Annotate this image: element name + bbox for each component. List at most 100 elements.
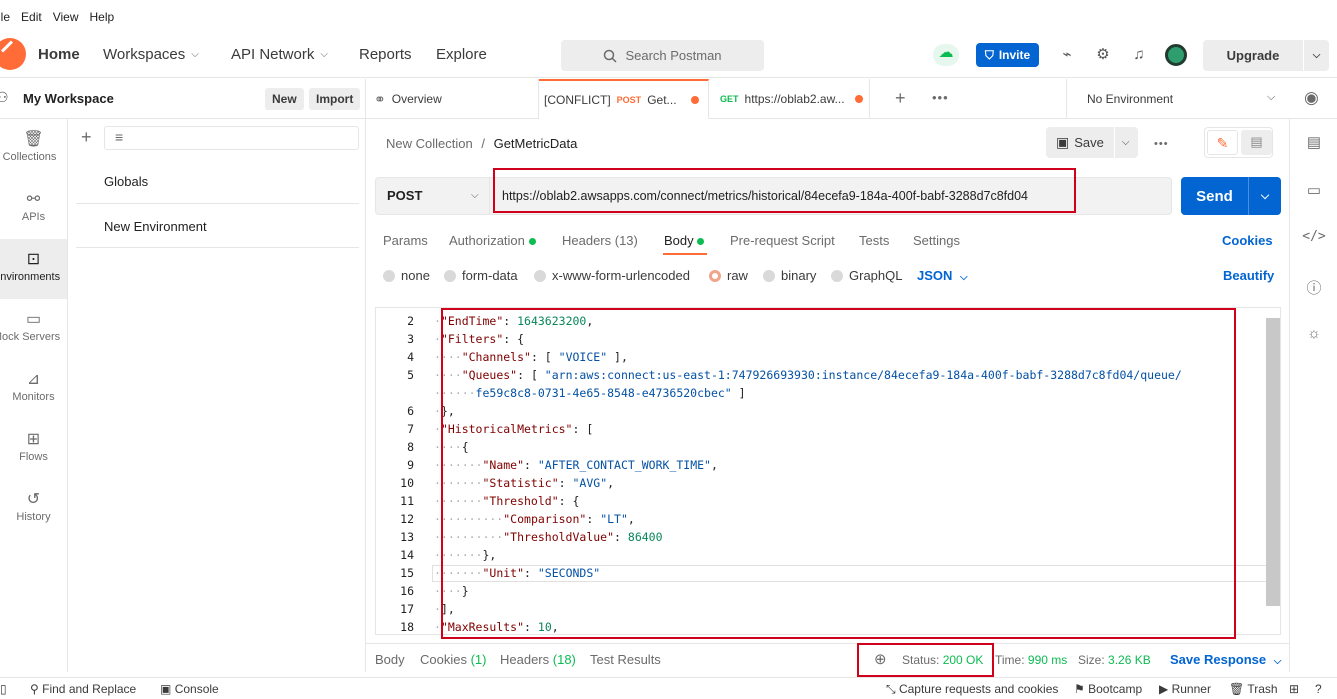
menu-help[interactable]: Help (90, 10, 115, 30)
radio-graphql[interactable]: GraphQL (831, 268, 902, 283)
method-select[interactable]: POST ⌵ (376, 178, 490, 214)
environment-select[interactable]: No Environment ⌵ (1066, 79, 1337, 119)
runner-label: Runner (1171, 682, 1211, 696)
tab-tests[interactable]: Tests (859, 233, 889, 248)
search-input[interactable]: Search Postman (561, 40, 764, 71)
workspace-name[interactable]: My Workspace (23, 91, 114, 106)
env-item-new-environment[interactable]: New Environment (104, 219, 207, 234)
menu-edit[interactable]: Edit (21, 10, 42, 30)
sidebar-item-flows[interactable]: ⊞ Flows (0, 419, 67, 479)
nav-workspaces[interactable]: Workspaces ⌵ (103, 46, 199, 63)
tab-headers[interactable]: Headers (13) (562, 233, 638, 248)
breadcrumb-request[interactable]: GetMetricData (494, 136, 578, 151)
response-tab-body[interactable]: Body (375, 652, 405, 667)
more-actions-icon[interactable]: ••• (1154, 138, 1169, 150)
tab-conflict-getmetric[interactable]: [CONFLICT] POST Get... (539, 79, 709, 119)
info-icon[interactable]: ⓘ (1290, 277, 1337, 298)
console-button[interactable]: ▣ Console (160, 682, 219, 696)
tab-method-badge: POST (616, 94, 642, 105)
radio-raw[interactable]: raw (709, 268, 748, 283)
beautify-link[interactable]: Beautify (1223, 268, 1274, 283)
sidebar-item-collections[interactable]: 🗑 Collections (0, 119, 67, 179)
edit-icon[interactable]: ✎ (1207, 130, 1238, 155)
trash-button[interactable]: 🗑 Trash (1229, 682, 1278, 696)
find-replace-button[interactable]: ⚲ Find and Replace (30, 682, 136, 696)
nav-home[interactable]: Home (38, 46, 80, 63)
language-select[interactable]: JSON ⌵ (917, 268, 968, 283)
comment-view-icon[interactable]: ▤ (1241, 130, 1272, 155)
radio-form-data[interactable]: form-data (444, 268, 518, 283)
upgrade-button[interactable]: Upgrade ⌵ (1203, 40, 1329, 71)
new-button[interactable]: New (265, 88, 304, 110)
language-label: JSON (917, 268, 953, 283)
response-tab-cookies[interactable]: Cookies (1) (420, 652, 486, 667)
tab-params[interactable]: Params (383, 233, 428, 248)
layout-split-icon[interactable]: ⊞ (1289, 682, 1299, 696)
send-button[interactable]: Send ⌵ (1181, 177, 1281, 215)
tab-method-badge: GET (720, 94, 739, 104)
sidebar-item-label: History (16, 511, 51, 523)
line-number: 2 (407, 314, 414, 328)
chevron-down-icon[interactable]: ⌵ (1304, 50, 1329, 61)
avatar[interactable] (1165, 44, 1187, 66)
notification-bell-icon[interactable]: ♫ (1130, 46, 1148, 64)
cookies-link[interactable]: Cookies (1222, 233, 1273, 248)
line-number: 15 (400, 566, 414, 580)
save-label: Save (1074, 135, 1104, 150)
editor-scrollbar[interactable] (1266, 318, 1280, 606)
tab-pre-request-script[interactable]: Pre-request Script (730, 233, 835, 248)
env-item-globals[interactable]: Globals (104, 174, 148, 189)
layout-icon[interactable]: ▯ (0, 682, 7, 696)
filter-input[interactable]: ≡ (104, 126, 359, 150)
more-tabs-icon[interactable]: ••• (932, 90, 949, 105)
menu-view[interactable]: View (53, 10, 79, 30)
sidebar-item-apis[interactable]: ⚯ APIs (0, 179, 67, 239)
documentation-icon[interactable]: ▤ (1290, 133, 1337, 151)
radio-binary[interactable]: binary (763, 268, 816, 283)
radio-icon (831, 270, 843, 282)
satellite-icon[interactable]: ⌁ (1058, 46, 1076, 64)
chevron-down-icon[interactable]: ⌵ (1249, 190, 1281, 203)
sidebar-nav: 🗑 Collections ⚯ APIs ⊡ Environments ▭ Mock S… (0, 119, 68, 672)
eye-icon[interactable]: ◉ (1304, 88, 1319, 108)
tab-authorization[interactable]: Authorization (449, 233, 536, 248)
environment-select-label: No Environment (1087, 92, 1174, 106)
radio-none[interactable]: none (383, 268, 430, 283)
sidebar-item-environments[interactable]: ⊡ Environments (0, 239, 67, 299)
line-number: 18 (400, 620, 414, 634)
response-tab-headers[interactable]: Headers (18) (500, 652, 576, 667)
sidebar-item-monitors[interactable]: ⊿ Monitors (0, 359, 67, 419)
tab-overview[interactable]: ⚭ Overview (366, 79, 539, 119)
save-button[interactable]: ▣ Save ⌵ (1046, 127, 1138, 158)
invite-button[interactable]: ⛉ Invite (976, 43, 1039, 67)
new-tab-icon[interactable]: + (895, 88, 906, 109)
sidebar-item-mock-servers[interactable]: ▭ Mock Servers (0, 299, 67, 359)
nav-explore[interactable]: Explore (436, 46, 487, 63)
nav-reports[interactable]: Reports (359, 46, 412, 63)
chevron-down-icon: ⌵ (191, 49, 199, 60)
tab-body[interactable]: Body (664, 233, 705, 248)
menu-file[interactable]: ile (0, 10, 10, 30)
sync-status-icon[interactable]: ☁ (933, 44, 959, 66)
lightbulb-icon[interactable]: ☼ (1290, 325, 1337, 342)
tab-settings[interactable]: Settings (913, 233, 960, 248)
comments-icon[interactable]: ▭ (1290, 181, 1337, 199)
response-tab-test-results[interactable]: Test Results (590, 652, 661, 667)
settings-gear-icon[interactable]: ⚙ (1094, 46, 1112, 64)
nav-explore-label: Explore (436, 46, 487, 63)
breadcrumb-collection[interactable]: New Collection (386, 136, 473, 151)
chevron-down-icon[interactable]: ⌵ (1122, 137, 1130, 148)
nav-api-network[interactable]: API Network ⌵ (231, 46, 328, 63)
runner-button[interactable]: ▶ Runner (1159, 682, 1211, 696)
sidebar-item-history[interactable]: ↺ History (0, 479, 67, 539)
bootcamp-button[interactable]: ⚑ Bootcamp (1074, 682, 1142, 696)
capture-button[interactable]: ⤡ Capture requests and cookies (886, 682, 1058, 697)
add-icon[interactable]: + (81, 127, 92, 148)
import-button[interactable]: Import (309, 88, 361, 110)
tab-get-oblab2[interactable]: GET https://oblab2.aw... (710, 79, 870, 119)
save-response-button[interactable]: Save Response ⌵ (1170, 652, 1281, 667)
radio-urlencoded[interactable]: x-www-form-urlencoded (534, 268, 690, 283)
postman-logo-icon[interactable] (0, 38, 26, 70)
code-icon[interactable]: </> (1290, 229, 1337, 244)
help-icon[interactable]: ? (1315, 682, 1322, 696)
